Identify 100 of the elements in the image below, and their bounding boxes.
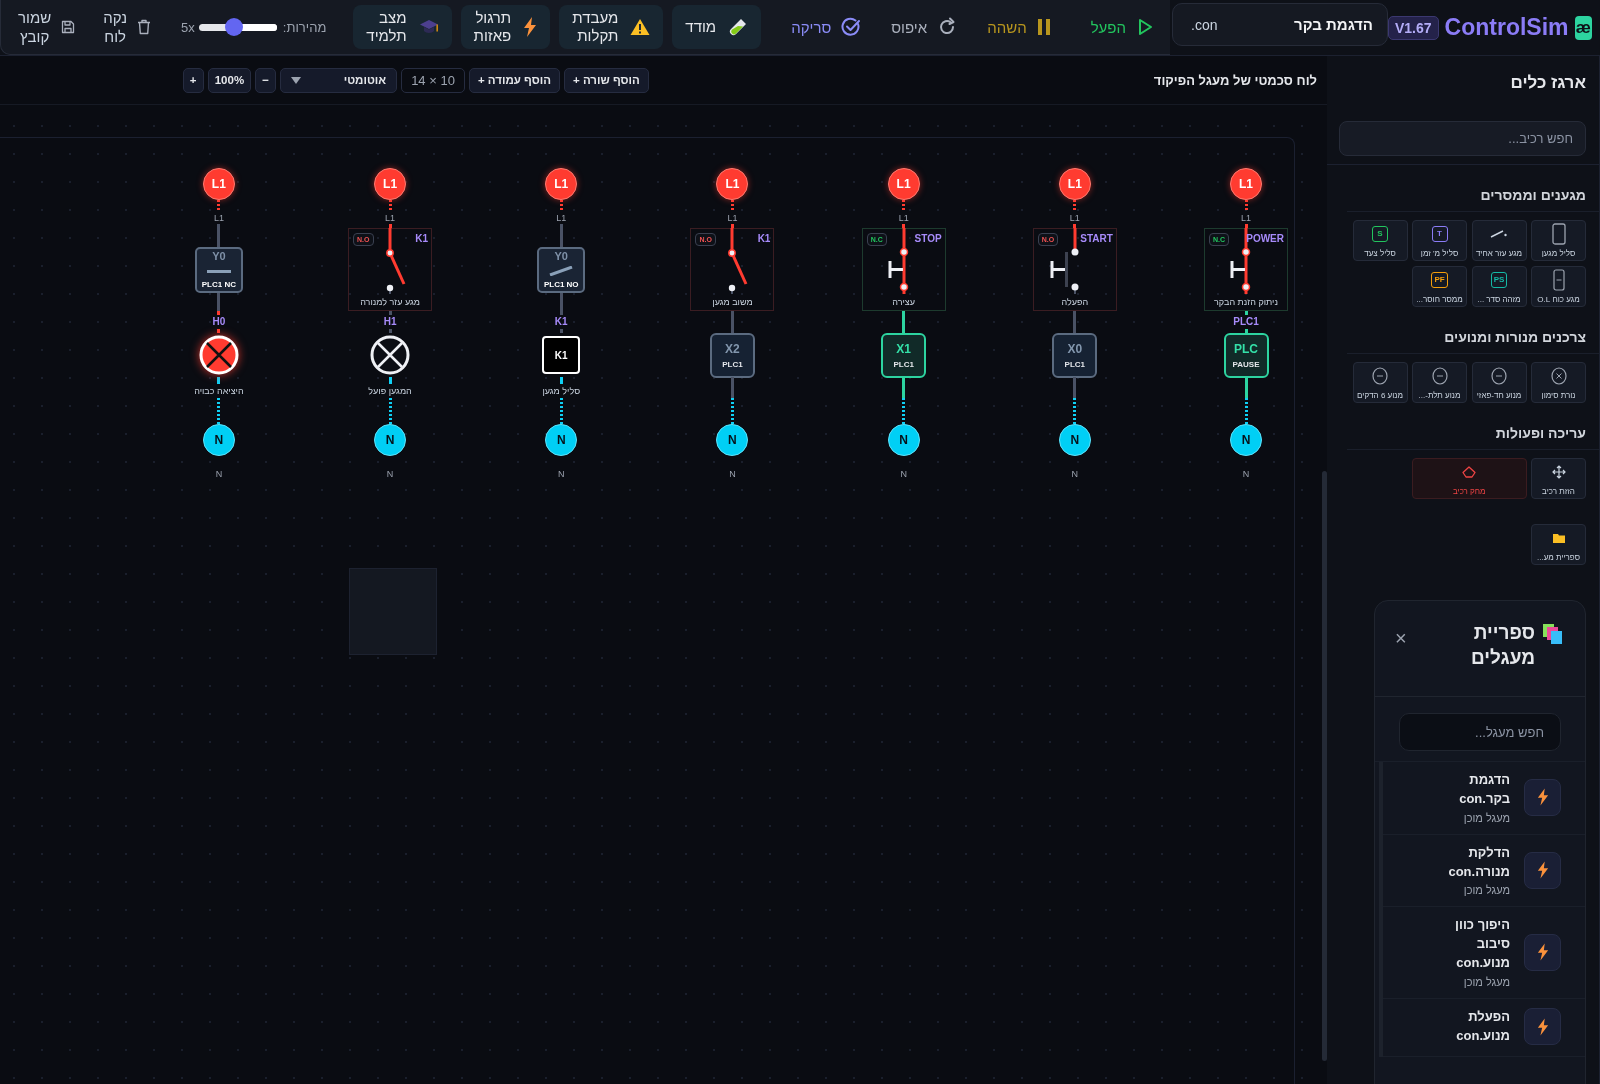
wire — [1244, 200, 1248, 212]
link-label: PLC1 — [1233, 315, 1259, 329]
component-tag: K1 — [757, 233, 771, 246]
component-caption: סליל מגען — [542, 385, 581, 398]
link-label: H1 — [383, 315, 397, 329]
wire — [1244, 224, 1248, 228]
terminal-label: N — [1071, 468, 1079, 480]
wire — [730, 224, 734, 228]
terminal-label: N — [900, 468, 907, 480]
component-caption: המגען פועל — [368, 385, 412, 398]
link-label: H0 — [212, 315, 226, 329]
mode-button[interactable]: תרגול פאזות — [460, 5, 551, 49]
wire — [1073, 200, 1077, 212]
relay-contact-symbol — [386, 228, 408, 294]
relay-contact-symbol — [728, 228, 750, 294]
letter-badge-icon: S — [1372, 226, 1388, 242]
neutral-terminal: N — [545, 424, 578, 456]
motor-icon — [1372, 367, 1388, 385]
plc-input-block: X2 PLC1 — [709, 332, 755, 378]
link-label: K1 — [554, 315, 568, 329]
caret-icon — [291, 76, 302, 84]
lightning-badge-icon — [1524, 778, 1561, 816]
wire — [217, 200, 221, 212]
terminal-label: N — [558, 468, 565, 480]
toolbar-button[interactable]: איפוס — [891, 17, 958, 37]
file-action-button[interactable]: שמור קובץ — [18, 7, 76, 47]
add-column-button[interactable]: + הוסף עמודה — [468, 67, 560, 93]
library-title: ספריית מעגלים — [1470, 621, 1535, 670]
circuit-list-item[interactable]: הדגמת בקר.con מעגל מוכן — [1383, 762, 1585, 835]
logo-mark: æ — [1574, 15, 1592, 40]
wire — [217, 329, 221, 333]
supply-terminal: L1 — [202, 168, 235, 200]
toolbar-button[interactable]: הפעל — [1090, 18, 1154, 36]
add-row-button[interactable]: + הוסף שורה — [564, 67, 649, 93]
circuit-list-item[interactable]: הדלקת מנורה.con מעגל מוכן — [1383, 834, 1585, 908]
tool-tile[interactable]: נורת סימון — [1531, 362, 1586, 403]
section-title: צרכנים מנורות ומנועים — [1347, 307, 1599, 354]
mode-button[interactable]: מודד — [672, 5, 762, 49]
neutral-terminal: N — [1230, 424, 1262, 456]
close-button[interactable]: × — [1395, 627, 1407, 650]
circuit-note: מעגל מוכן — [1462, 811, 1510, 824]
layout-dropdown[interactable]: אוטומטי — [280, 67, 398, 93]
tool-tile[interactable]: מנוע חד-פאזי — [1471, 362, 1527, 403]
component-caption: היציאה כבויה — [194, 385, 244, 398]
scrollbar[interactable] — [1322, 471, 1327, 1061]
circuit-list-item[interactable]: היפוך כוון סיבוב מנוע.con מעגל מוכן — [1383, 907, 1585, 999]
component-caption: משוב מגען — [712, 297, 753, 307]
trash-icon — [137, 19, 152, 35]
tool-tile[interactable]: מגע כוח O.L — [1531, 266, 1586, 307]
tool-tile[interactable]: מנוע 6 הדקים — [1352, 362, 1408, 403]
wire — [388, 329, 392, 333]
tool-tile[interactable]: מנוע תלת-... — [1412, 362, 1467, 403]
wire — [388, 200, 392, 212]
wire — [1073, 311, 1077, 333]
zoom-in-button[interactable]: + — [182, 67, 204, 93]
component-caption: מגע עזר למנורה — [360, 297, 420, 307]
mode-button[interactable]: מצב תלמיד — [353, 5, 452, 49]
plc-input-block: X0 PLC1 — [1052, 332, 1098, 378]
circuit-name: הדגמת בקר.con — [1458, 771, 1510, 808]
search-field[interactable]: חפש מעגל... — [1399, 713, 1561, 751]
zoom-out-button[interactable]: − — [255, 67, 277, 93]
wire — [1244, 311, 1248, 315]
mode-button[interactable]: מעבדת תקלות — [559, 5, 664, 49]
plc-input-block: PLC PAUSE — [1223, 332, 1269, 378]
toolbar-button[interactable]: סריקה — [791, 17, 862, 37]
wire — [1073, 224, 1077, 228]
wire — [388, 377, 392, 384]
tool-tile[interactable]: מגע עזר אחיד — [1471, 220, 1527, 261]
wire — [388, 311, 392, 315]
wire — [730, 311, 734, 333]
circuit-note: מעגל מוכן — [1462, 884, 1510, 897]
circuit-name: היפוך כוון סיבוב מנוע.con — [1454, 916, 1510, 973]
terminal-label: L1 — [727, 212, 738, 224]
supply-terminal: L1 — [374, 168, 407, 200]
tool-tile[interactable]: סליל מגען — [1531, 220, 1586, 261]
letter-badge-icon: T — [1431, 226, 1448, 242]
toolbox-title: ארגז כלים — [1509, 72, 1587, 94]
letter-badge-icon: PS — [1490, 272, 1508, 288]
search-field[interactable]: חפש רכיב... — [1339, 121, 1586, 156]
circuit-name: הפעלת מנוע.con — [1455, 1007, 1510, 1045]
books-icon — [1541, 623, 1563, 645]
tool-tile[interactable]: הזזת רכיב — [1531, 458, 1586, 499]
warning-icon — [630, 18, 651, 36]
overload-icon — [1552, 269, 1565, 291]
terminal-label: N — [386, 468, 394, 480]
toolbar-button[interactable]: השהה — [987, 18, 1051, 36]
supply-terminal: L1 — [1230, 168, 1262, 200]
neutral-terminal: N — [202, 424, 235, 456]
speed-slider[interactable] — [198, 18, 277, 36]
tool-tile[interactable]: מחק רכיב — [1412, 458, 1527, 499]
terminal-label: L1 — [213, 212, 224, 224]
graduation-cap-icon — [418, 18, 439, 36]
wire — [730, 200, 734, 212]
plc-output-block: Y0 PLC1 NC — [194, 246, 243, 293]
save-icon — [61, 20, 76, 34]
wire — [217, 377, 221, 384]
tool-tile[interactable]: ספריית מע... — [1531, 524, 1586, 565]
circuit-list-item[interactable]: הפעלת מנוע.con — [1383, 998, 1585, 1057]
file-action-button[interactable]: נקה לוח — [103, 7, 152, 47]
wire — [559, 377, 563, 384]
